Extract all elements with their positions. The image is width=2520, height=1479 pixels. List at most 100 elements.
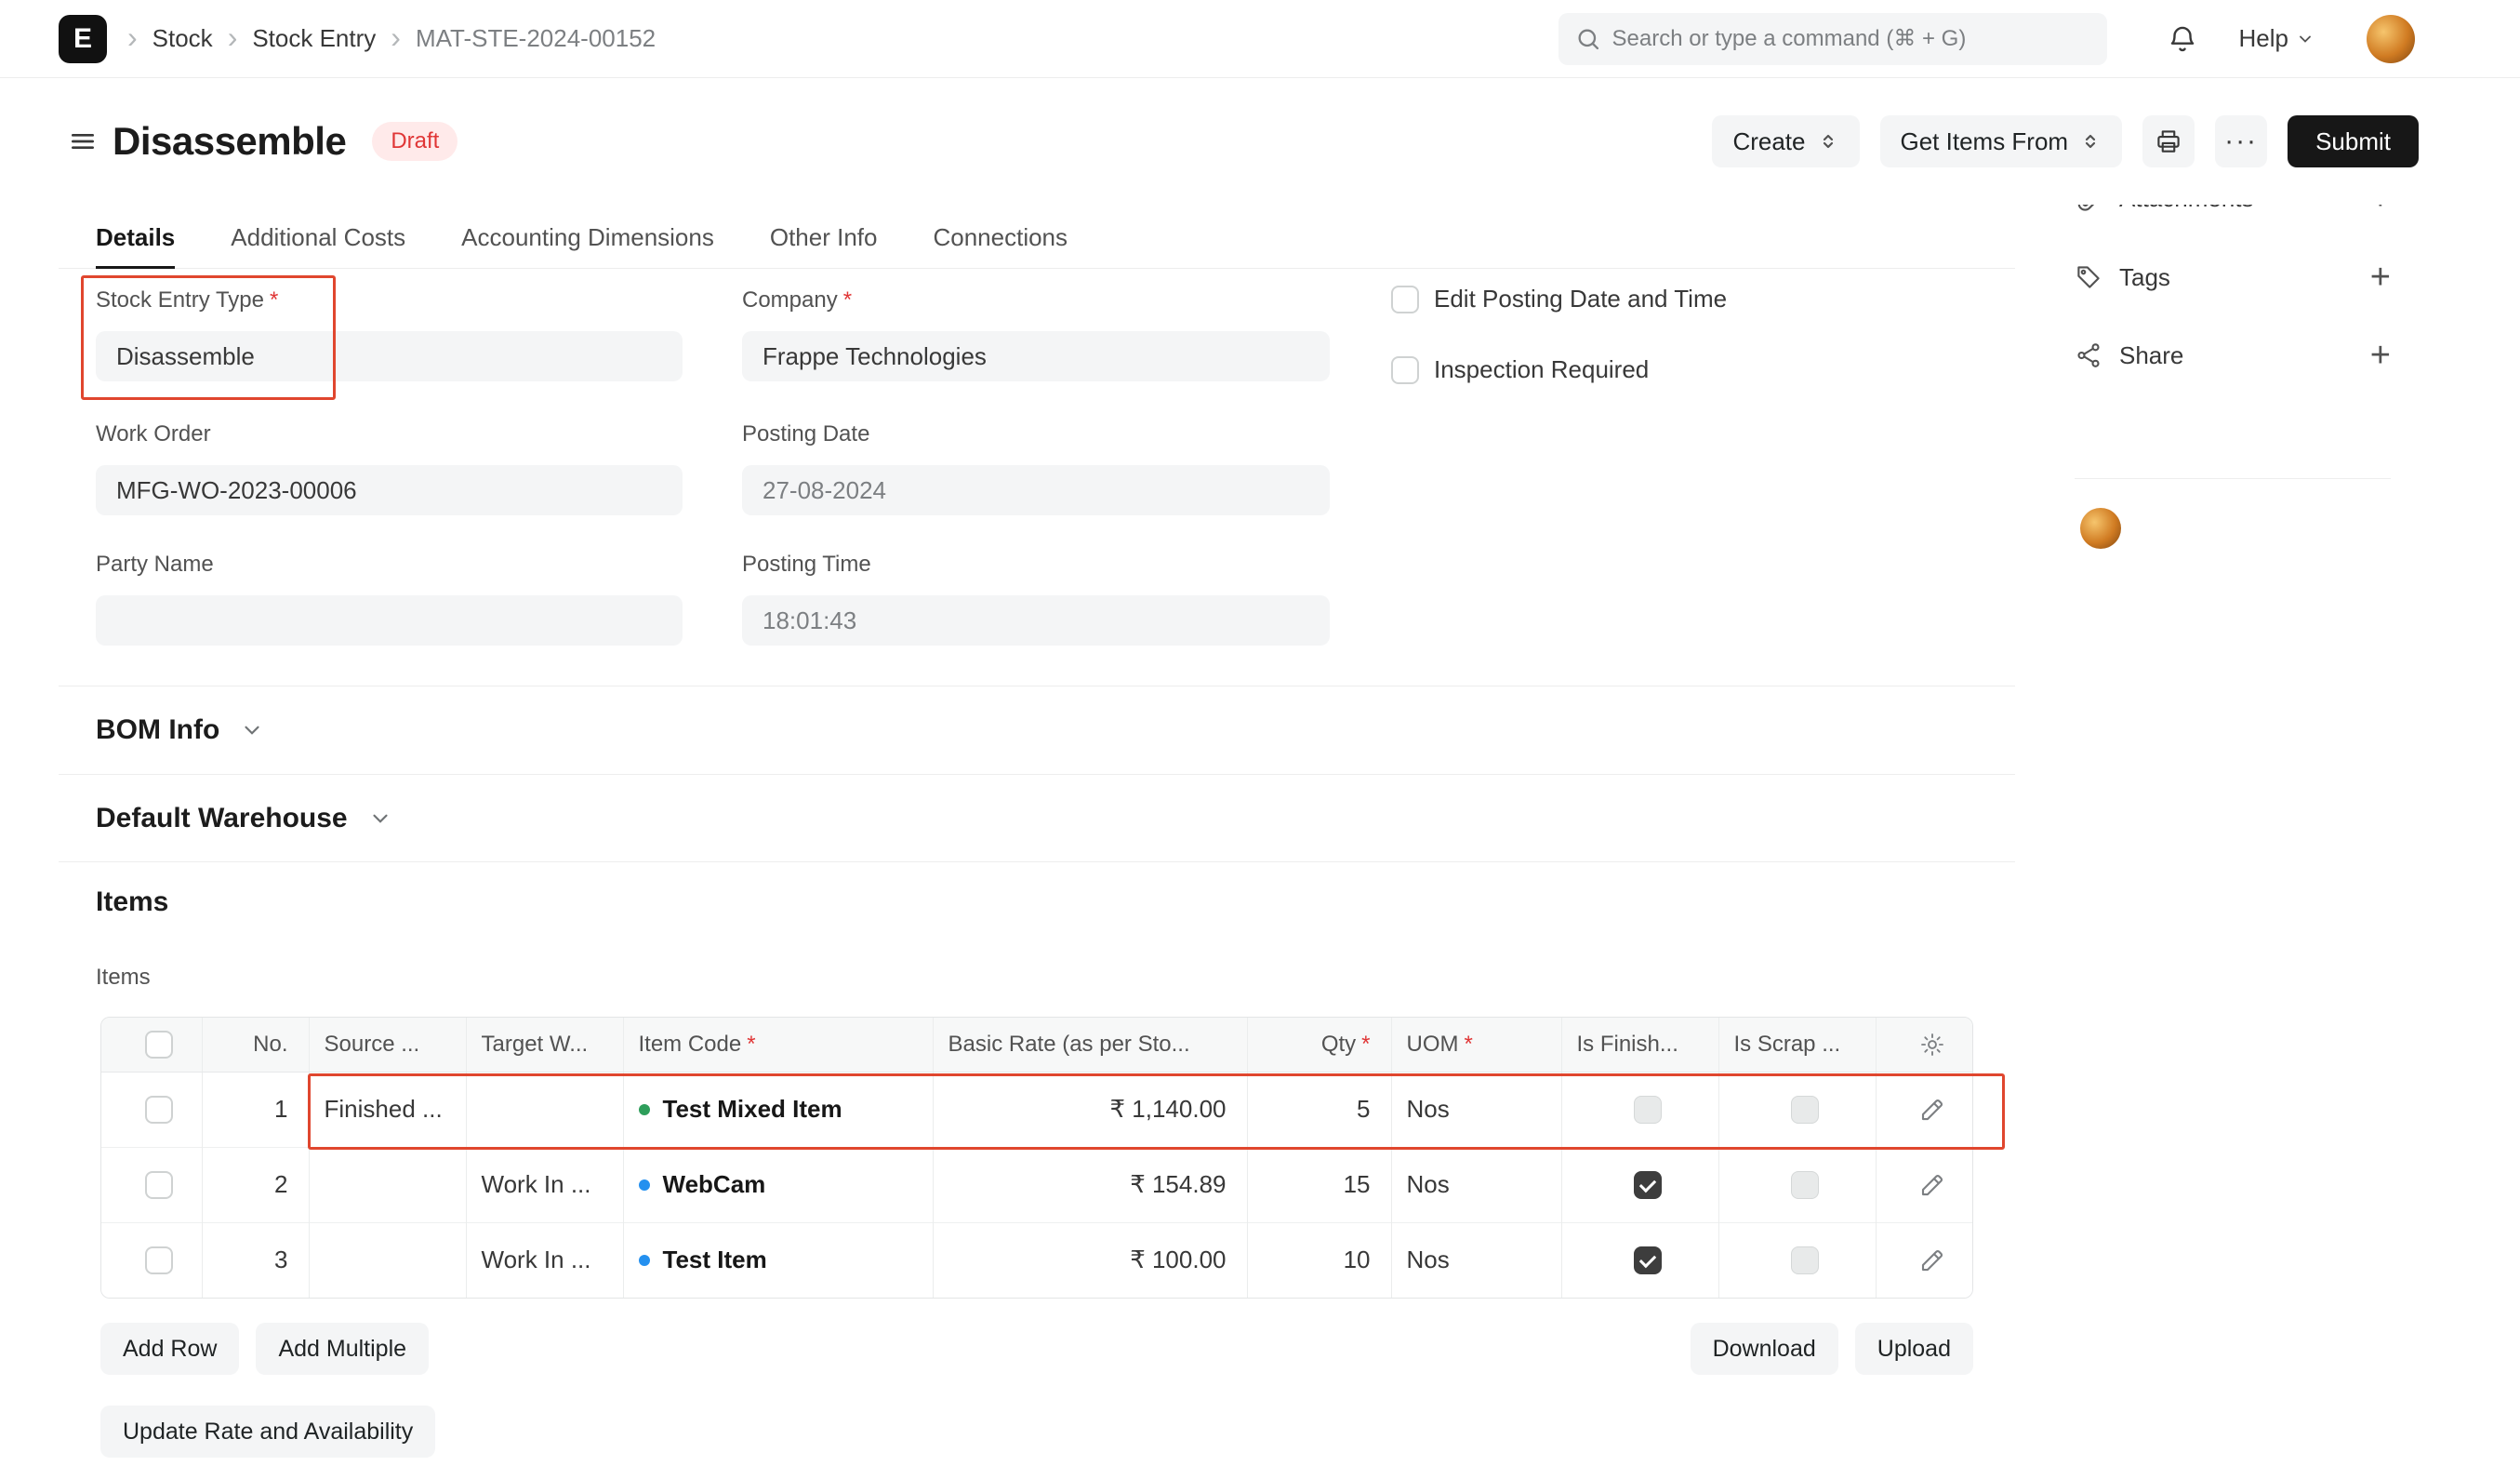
help-label: Help xyxy=(2238,24,2288,52)
create-label: Create xyxy=(1732,127,1806,155)
search-input[interactable] xyxy=(1558,12,2107,65)
posting-date-label: Posting Date xyxy=(742,421,870,446)
global-search xyxy=(1558,12,2107,65)
edit-row-pencil-icon[interactable] xyxy=(1918,1246,1946,1274)
qty-cell[interactable]: 10 xyxy=(1246,1221,1391,1298)
row-select-checkbox[interactable] xyxy=(144,1095,173,1124)
uom-cell[interactable]: Nos xyxy=(1390,1221,1561,1298)
col-uom: UOM * xyxy=(1390,1018,1561,1073)
sidebar-divider xyxy=(2075,478,2391,479)
more-menu-button[interactable]: ··· xyxy=(2215,115,2268,167)
item-code-cell[interactable]: Test Mixed Item xyxy=(622,1072,933,1147)
section-bom-info[interactable]: BOM Info xyxy=(59,686,2015,775)
edit-row-pencil-icon[interactable] xyxy=(1918,1096,1946,1124)
edit-posting-checkbox[interactable] xyxy=(1391,285,1419,313)
upload-button[interactable]: Upload xyxy=(1854,1323,1973,1375)
breadcrumb-stock-entry[interactable]: Stock Entry xyxy=(252,24,376,53)
sidebar-share[interactable]: Share + xyxy=(2075,334,2391,377)
is-scrap-checkbox[interactable] xyxy=(1790,1170,1819,1199)
submit-button[interactable]: Submit xyxy=(2288,115,2419,167)
is-finished-checkbox[interactable] xyxy=(1633,1095,1662,1124)
uom-cell[interactable]: Nos xyxy=(1390,1072,1561,1147)
edit-posting-checkbox-field[interactable]: Edit Posting Date and Time xyxy=(1391,285,1727,313)
qty-cell[interactable]: 15 xyxy=(1246,1146,1391,1222)
help-menu[interactable]: Help xyxy=(2239,24,2314,53)
company-input[interactable]: Frappe Technologies xyxy=(742,331,1330,381)
create-button[interactable]: Create xyxy=(1712,115,1860,167)
share-icon xyxy=(2077,343,2100,367)
search-icon xyxy=(1578,29,1598,49)
add-multiple-button[interactable]: Add Multiple xyxy=(256,1323,430,1375)
basic-rate-cell[interactable]: ₹ 1,140.00 xyxy=(932,1072,1247,1147)
tab-additional-costs[interactable]: Additional Costs xyxy=(231,209,405,269)
get-items-from-label: Get Items From xyxy=(1900,127,2069,155)
item-status-dot xyxy=(638,1179,650,1191)
qty-cell[interactable]: 5 xyxy=(1246,1072,1391,1147)
add-tag-button[interactable]: + xyxy=(2370,260,2391,295)
party-name-input[interactable] xyxy=(96,595,683,646)
add-share-button[interactable]: + xyxy=(2370,338,2391,373)
tab-other-info[interactable]: Other Info xyxy=(770,209,878,269)
stock-entry-type-input[interactable]: Disassemble xyxy=(96,331,683,381)
row-no: 2 xyxy=(201,1146,309,1222)
is-finished-checkbox[interactable] xyxy=(1633,1246,1662,1274)
breadcrumb-stock[interactable]: Stock xyxy=(153,24,213,53)
tab-details[interactable]: Details xyxy=(96,209,176,269)
sidebar-toggle-icon[interactable] xyxy=(68,127,98,156)
uom-cell[interactable]: Nos xyxy=(1390,1146,1561,1222)
edit-row-pencil-icon[interactable] xyxy=(1918,1171,1946,1199)
breadcrumb-separator: › xyxy=(391,20,401,54)
grid-header-row: No. Source ... Target W... Item Code * Ba… xyxy=(101,1018,1972,1073)
posting-time-input[interactable]: 18:01:43 xyxy=(742,595,1330,646)
field-company: Company * Frappe Technologies xyxy=(742,286,1330,381)
field-party-name: Party Name xyxy=(96,551,683,646)
select-all-checkbox[interactable] xyxy=(144,1030,173,1059)
inspection-required-checkbox[interactable] xyxy=(1391,355,1419,384)
target-warehouse-cell[interactable]: Work In ... xyxy=(465,1146,623,1222)
breadcrumb-separator: › xyxy=(227,20,238,54)
is-scrap-checkbox[interactable] xyxy=(1790,1246,1819,1274)
edit-posting-label: Edit Posting Date and Time xyxy=(1434,285,1728,313)
row-select-checkbox[interactable] xyxy=(144,1246,173,1274)
row-select-checkbox[interactable] xyxy=(144,1170,173,1199)
item-code-cell[interactable]: Test Item xyxy=(622,1221,933,1298)
inspection-required-checkbox-field[interactable]: Inspection Required xyxy=(1391,355,1649,384)
field-posting-date: Posting Date 27-08-2024 xyxy=(742,420,1330,515)
grid-settings-gear-icon[interactable] xyxy=(1919,1032,1945,1058)
basic-rate-cell[interactable]: ₹ 154.89 xyxy=(932,1146,1247,1222)
source-warehouse-cell[interactable] xyxy=(308,1221,466,1298)
work-order-input[interactable]: MFG-WO-2023-00006 xyxy=(96,465,683,515)
tab-connections[interactable]: Connections xyxy=(933,209,1068,269)
is-scrap-checkbox[interactable] xyxy=(1790,1095,1819,1124)
posting-date-input[interactable]: 27-08-2024 xyxy=(742,465,1330,515)
item-code-cell[interactable]: WebCam xyxy=(622,1146,933,1222)
tab-accounting-dimensions[interactable]: Accounting Dimensions xyxy=(461,209,714,269)
field-work-order: Work Order MFG-WO-2023-00006 xyxy=(96,420,683,515)
update-rate-availability-button[interactable]: Update Rate and Availability xyxy=(100,1406,436,1458)
target-warehouse-cell[interactable] xyxy=(465,1072,623,1147)
sidebar-tags[interactable]: Tags + xyxy=(2075,256,2391,299)
app-logo[interactable]: E xyxy=(59,14,107,63)
print-button[interactable] xyxy=(2142,115,2195,167)
source-warehouse-cell[interactable] xyxy=(308,1146,466,1222)
work-order-label: Work Order xyxy=(96,421,211,446)
source-warehouse-cell[interactable]: Finished ... xyxy=(308,1072,466,1147)
col-basic-rate: Basic Rate (as per Sto... xyxy=(932,1018,1247,1073)
breadcrumb-current-doc[interactable]: MAT-STE-2024-00152 xyxy=(416,24,656,53)
bom-info-title: BOM Info xyxy=(96,714,220,745)
get-items-from-button[interactable]: Get Items From xyxy=(1879,115,2123,167)
section-default-warehouse[interactable]: Default Warehouse xyxy=(59,775,2015,862)
grid-footer: Add Row Add Multiple Download Upload xyxy=(100,1323,1973,1375)
is-finished-checkbox[interactable] xyxy=(1633,1170,1662,1199)
basic-rate-cell[interactable]: ₹ 100.00 xyxy=(932,1221,1247,1298)
download-button[interactable]: Download xyxy=(1690,1323,1838,1375)
printer-icon xyxy=(2157,130,2180,153)
user-avatar[interactable] xyxy=(2367,14,2415,63)
company-label: Company * xyxy=(742,287,853,313)
notifications-bell-icon[interactable] xyxy=(2167,23,2198,55)
tag-icon xyxy=(2077,266,2100,288)
viewer-avatar xyxy=(2080,508,2121,549)
add-row-button[interactable]: Add Row xyxy=(100,1323,240,1375)
target-warehouse-cell[interactable]: Work In ... xyxy=(465,1221,623,1298)
party-name-label: Party Name xyxy=(96,552,214,577)
